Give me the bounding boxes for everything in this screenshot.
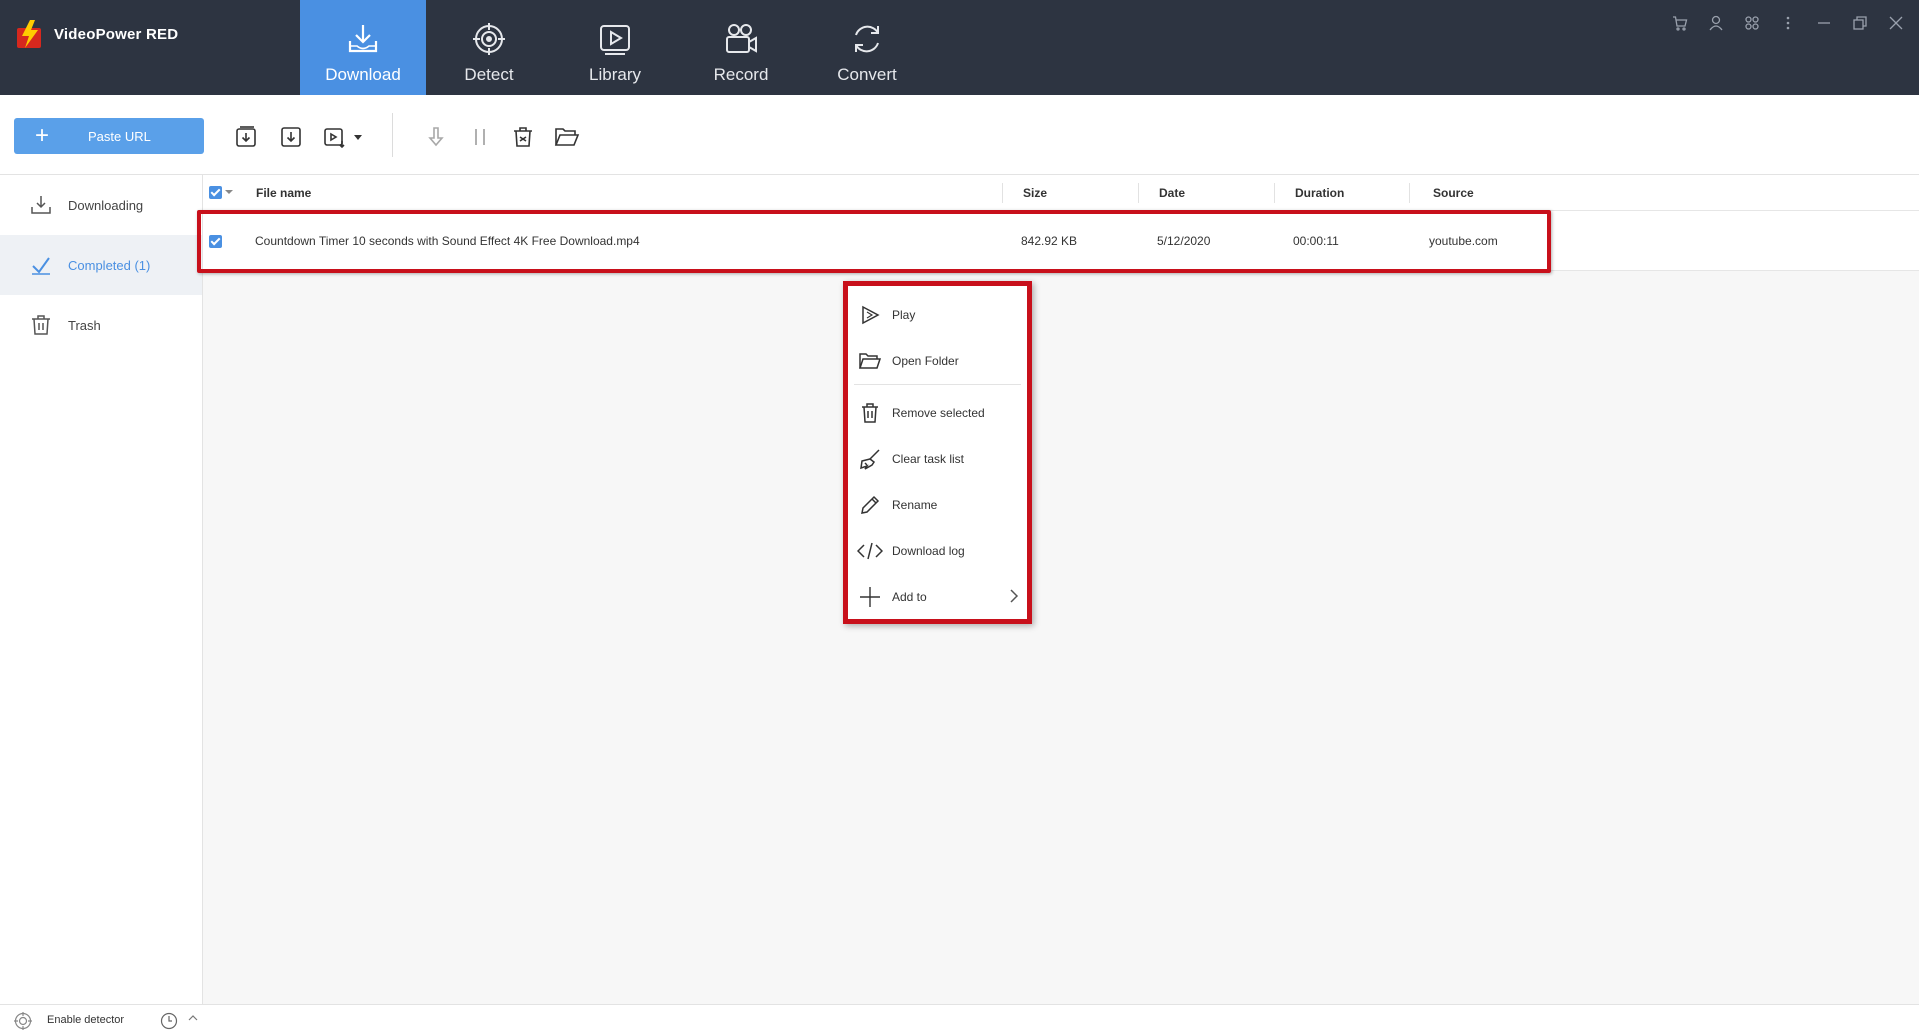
restore-icon[interactable]	[1851, 14, 1869, 32]
trash-icon	[32, 315, 50, 335]
status-bar: Enable detector	[0, 1004, 1919, 1034]
record-camera-icon	[726, 24, 757, 53]
download-list-icon[interactable]	[233, 124, 259, 150]
sidebar: Downloading Completed (1) Trash	[0, 175, 203, 1004]
code-icon	[857, 542, 883, 560]
apps-icon[interactable]	[1743, 14, 1761, 32]
tab-record[interactable]: Record	[678, 0, 804, 95]
menu-item-label: Open Folder	[892, 354, 959, 368]
download-single-icon[interactable]	[278, 124, 304, 150]
cart-icon[interactable]	[1671, 14, 1689, 32]
select-all-checkbox[interactable]	[209, 186, 222, 199]
checkmark-icon	[32, 257, 50, 275]
broom-icon	[860, 449, 880, 470]
app-title: VideoPower RED	[54, 25, 179, 43]
plus-icon: +	[34, 122, 49, 149]
download-tray-icon	[348, 25, 378, 53]
toolbar: + Paste URL	[0, 95, 1919, 175]
chevron-up-icon[interactable]	[188, 1013, 198, 1026]
tab-library-label: Library	[589, 65, 641, 84]
menu-item-clear-task-list[interactable]: Clear task list	[848, 436, 1027, 482]
window-controls	[1671, 14, 1905, 32]
videopower-logo-icon	[14, 18, 46, 50]
sidebar-item-label: Trash	[68, 317, 101, 333]
trash-icon	[862, 403, 878, 423]
menu-item-play[interactable]: Play	[848, 292, 1027, 338]
col-size[interactable]: Size	[1023, 186, 1047, 200]
sidebar-item-trash[interactable]: Trash	[0, 295, 202, 355]
sidebar-item-label: Completed (1)	[68, 257, 151, 273]
menu-item-add-to[interactable]: Add to	[848, 574, 1027, 620]
context-menu: Play Open Folder Remove selected Clear t…	[843, 281, 1032, 624]
col-file-name[interactable]: File name	[256, 186, 311, 200]
main-nav: Download Detect Library Record Convert	[300, 0, 930, 95]
row-highlight-box	[197, 210, 1551, 273]
menu-item-open-folder[interactable]: Open Folder	[848, 338, 1027, 384]
sidebar-item-completed[interactable]: Completed (1)	[0, 235, 202, 295]
sidebar-item-downloading[interactable]: Downloading	[0, 175, 202, 235]
tab-download-label: Download	[325, 65, 401, 84]
column-divider	[1409, 183, 1410, 203]
detector-icon[interactable]	[14, 1012, 32, 1033]
resume-icon[interactable]	[423, 124, 449, 150]
col-source[interactable]: Source	[1433, 186, 1474, 200]
tab-convert-label: Convert	[837, 65, 897, 84]
tab-detect-label: Detect	[464, 65, 514, 84]
app-header: VideoPower RED Download Detect Library R…	[0, 0, 1919, 95]
menu-item-label: Remove selected	[892, 406, 985, 420]
play-icon	[862, 305, 880, 325]
plus-icon	[860, 587, 880, 607]
library-play-icon	[600, 25, 630, 55]
user-icon[interactable]	[1707, 14, 1725, 32]
open-folder-icon[interactable]	[554, 124, 580, 150]
downloading-icon	[31, 196, 51, 214]
menu-item-label: Play	[892, 308, 916, 322]
sidebar-item-label: Downloading	[68, 197, 144, 213]
tab-download[interactable]: Download	[300, 0, 426, 95]
select-dropdown-icon[interactable]	[225, 185, 233, 199]
more-icon[interactable]	[1779, 14, 1797, 32]
menu-item-label: Clear task list	[892, 452, 965, 466]
chevron-right-icon	[1009, 589, 1019, 606]
minimize-icon[interactable]	[1815, 14, 1833, 32]
folder-icon	[858, 353, 882, 369]
menu-item-label: Add to	[892, 590, 927, 604]
tab-convert[interactable]: Convert	[804, 0, 930, 95]
table-header: File name Size Date Duration Source	[203, 175, 1919, 211]
convert-cycle-icon	[855, 25, 879, 53]
col-date[interactable]: Date	[1159, 186, 1185, 200]
tab-library[interactable]: Library	[552, 0, 678, 95]
menu-item-label: Download log	[892, 544, 965, 558]
menu-item-remove-selected[interactable]: Remove selected	[848, 390, 1027, 436]
close-icon[interactable]	[1887, 14, 1905, 32]
menu-item-label: Rename	[892, 498, 938, 512]
menu-item-download-log[interactable]: Download log	[848, 528, 1027, 574]
task-table: File name Size Date Duration Source Coun…	[203, 175, 1919, 1004]
tab-detect[interactable]: Detect	[426, 0, 552, 95]
clock-icon[interactable]	[160, 1012, 178, 1033]
tab-record-label: Record	[713, 65, 769, 84]
video-download-icon[interactable]	[322, 124, 348, 150]
toolbar-divider	[392, 113, 393, 157]
pause-icon[interactable]	[467, 124, 493, 150]
menu-item-rename[interactable]: Rename	[848, 482, 1027, 528]
detect-target-icon	[473, 23, 505, 55]
column-divider	[1274, 183, 1275, 203]
column-divider	[1002, 183, 1003, 203]
paste-url-label: Paste URL	[88, 128, 151, 144]
enable-detector-label[interactable]: Enable detector	[47, 1014, 124, 1026]
paste-url-button[interactable]: + Paste URL	[14, 118, 204, 154]
column-divider	[1138, 183, 1139, 203]
menu-divider	[854, 384, 1021, 385]
dropdown-icon[interactable]	[350, 124, 366, 150]
delete-icon[interactable]	[510, 124, 536, 150]
app-logo: VideoPower RED	[14, 18, 178, 50]
pencil-icon	[861, 495, 880, 514]
col-duration[interactable]: Duration	[1295, 186, 1344, 200]
